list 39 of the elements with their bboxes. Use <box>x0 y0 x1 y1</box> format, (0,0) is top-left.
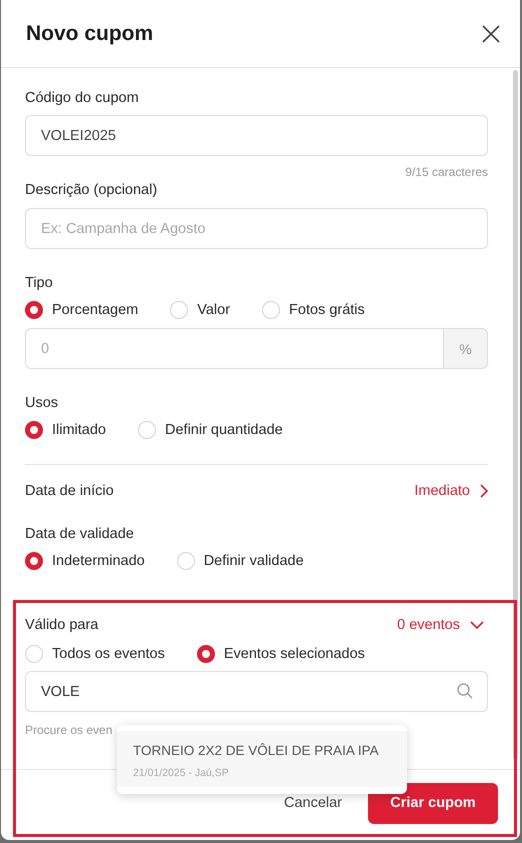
radio-label: Indeterminado <box>52 553 145 569</box>
field-label: Código do cupom <box>25 90 140 106</box>
field-label: Tipo <box>25 275 54 291</box>
start-date-link[interactable]: Imediato <box>414 483 488 499</box>
search-field[interactable]: VOLE <box>25 671 488 712</box>
dialog-title: Novo cupom <box>26 22 154 46</box>
description-input[interactable]: Ex: Campanha de Agosto <box>25 208 488 249</box>
field-label: Data de validade <box>25 526 135 542</box>
events-dropdown[interactable]: 0 eventos <box>397 617 484 633</box>
field-label: Data de início <box>25 483 114 499</box>
chevron-down-icon <box>470 621 484 629</box>
radio-label: Definir quantidade <box>165 422 283 438</box>
create-button[interactable]: Criar cupom <box>368 782 498 824</box>
search-icon[interactable] <box>457 683 473 699</box>
result-title: TORNEIO 2X2 DE VÔLEI DE PRAIA IPA <box>133 742 379 759</box>
chevron-right-icon <box>480 484 488 498</box>
radio-button[interactable] <box>25 301 43 319</box>
close-icon[interactable] <box>482 24 500 42</box>
field-label: Descrição (opcional) <box>25 182 158 198</box>
result-item[interactable]: TORNEIO 2X2 DE VÔLEI DE PRAIA IPA 21/01/2025 - Jaú,SP <box>117 731 407 787</box>
radio-button[interactable] <box>25 552 43 570</box>
scrollbar[interactable] <box>513 70 518 760</box>
radio-label: Porcentagem <box>52 302 138 318</box>
result-subtitle: 21/01/2025 - Jaú,SP <box>133 767 230 779</box>
radio-button[interactable] <box>25 421 43 439</box>
helper-text: Procure os even <box>25 723 112 737</box>
character-counter: 9/15 caracteres <box>404 165 488 179</box>
radio-label: Eventos selecionados <box>224 646 365 662</box>
code-input[interactable]: VOLEI2025 <box>25 115 488 156</box>
radio-label: Valor <box>197 302 230 318</box>
radio-button[interactable] <box>196 645 215 663</box>
amount-input[interactable]: 0 <box>25 328 443 369</box>
radio-label: Definir validade <box>204 553 304 569</box>
field-label: Usos <box>25 395 60 411</box>
unit-suffix: % <box>443 328 488 369</box>
radio-label: Ilimitado <box>52 422 106 438</box>
radio-label: Todos os eventos <box>52 646 165 662</box>
radio-label: Fotos grátis <box>289 302 365 318</box>
field-label: Válido para <box>25 617 98 633</box>
